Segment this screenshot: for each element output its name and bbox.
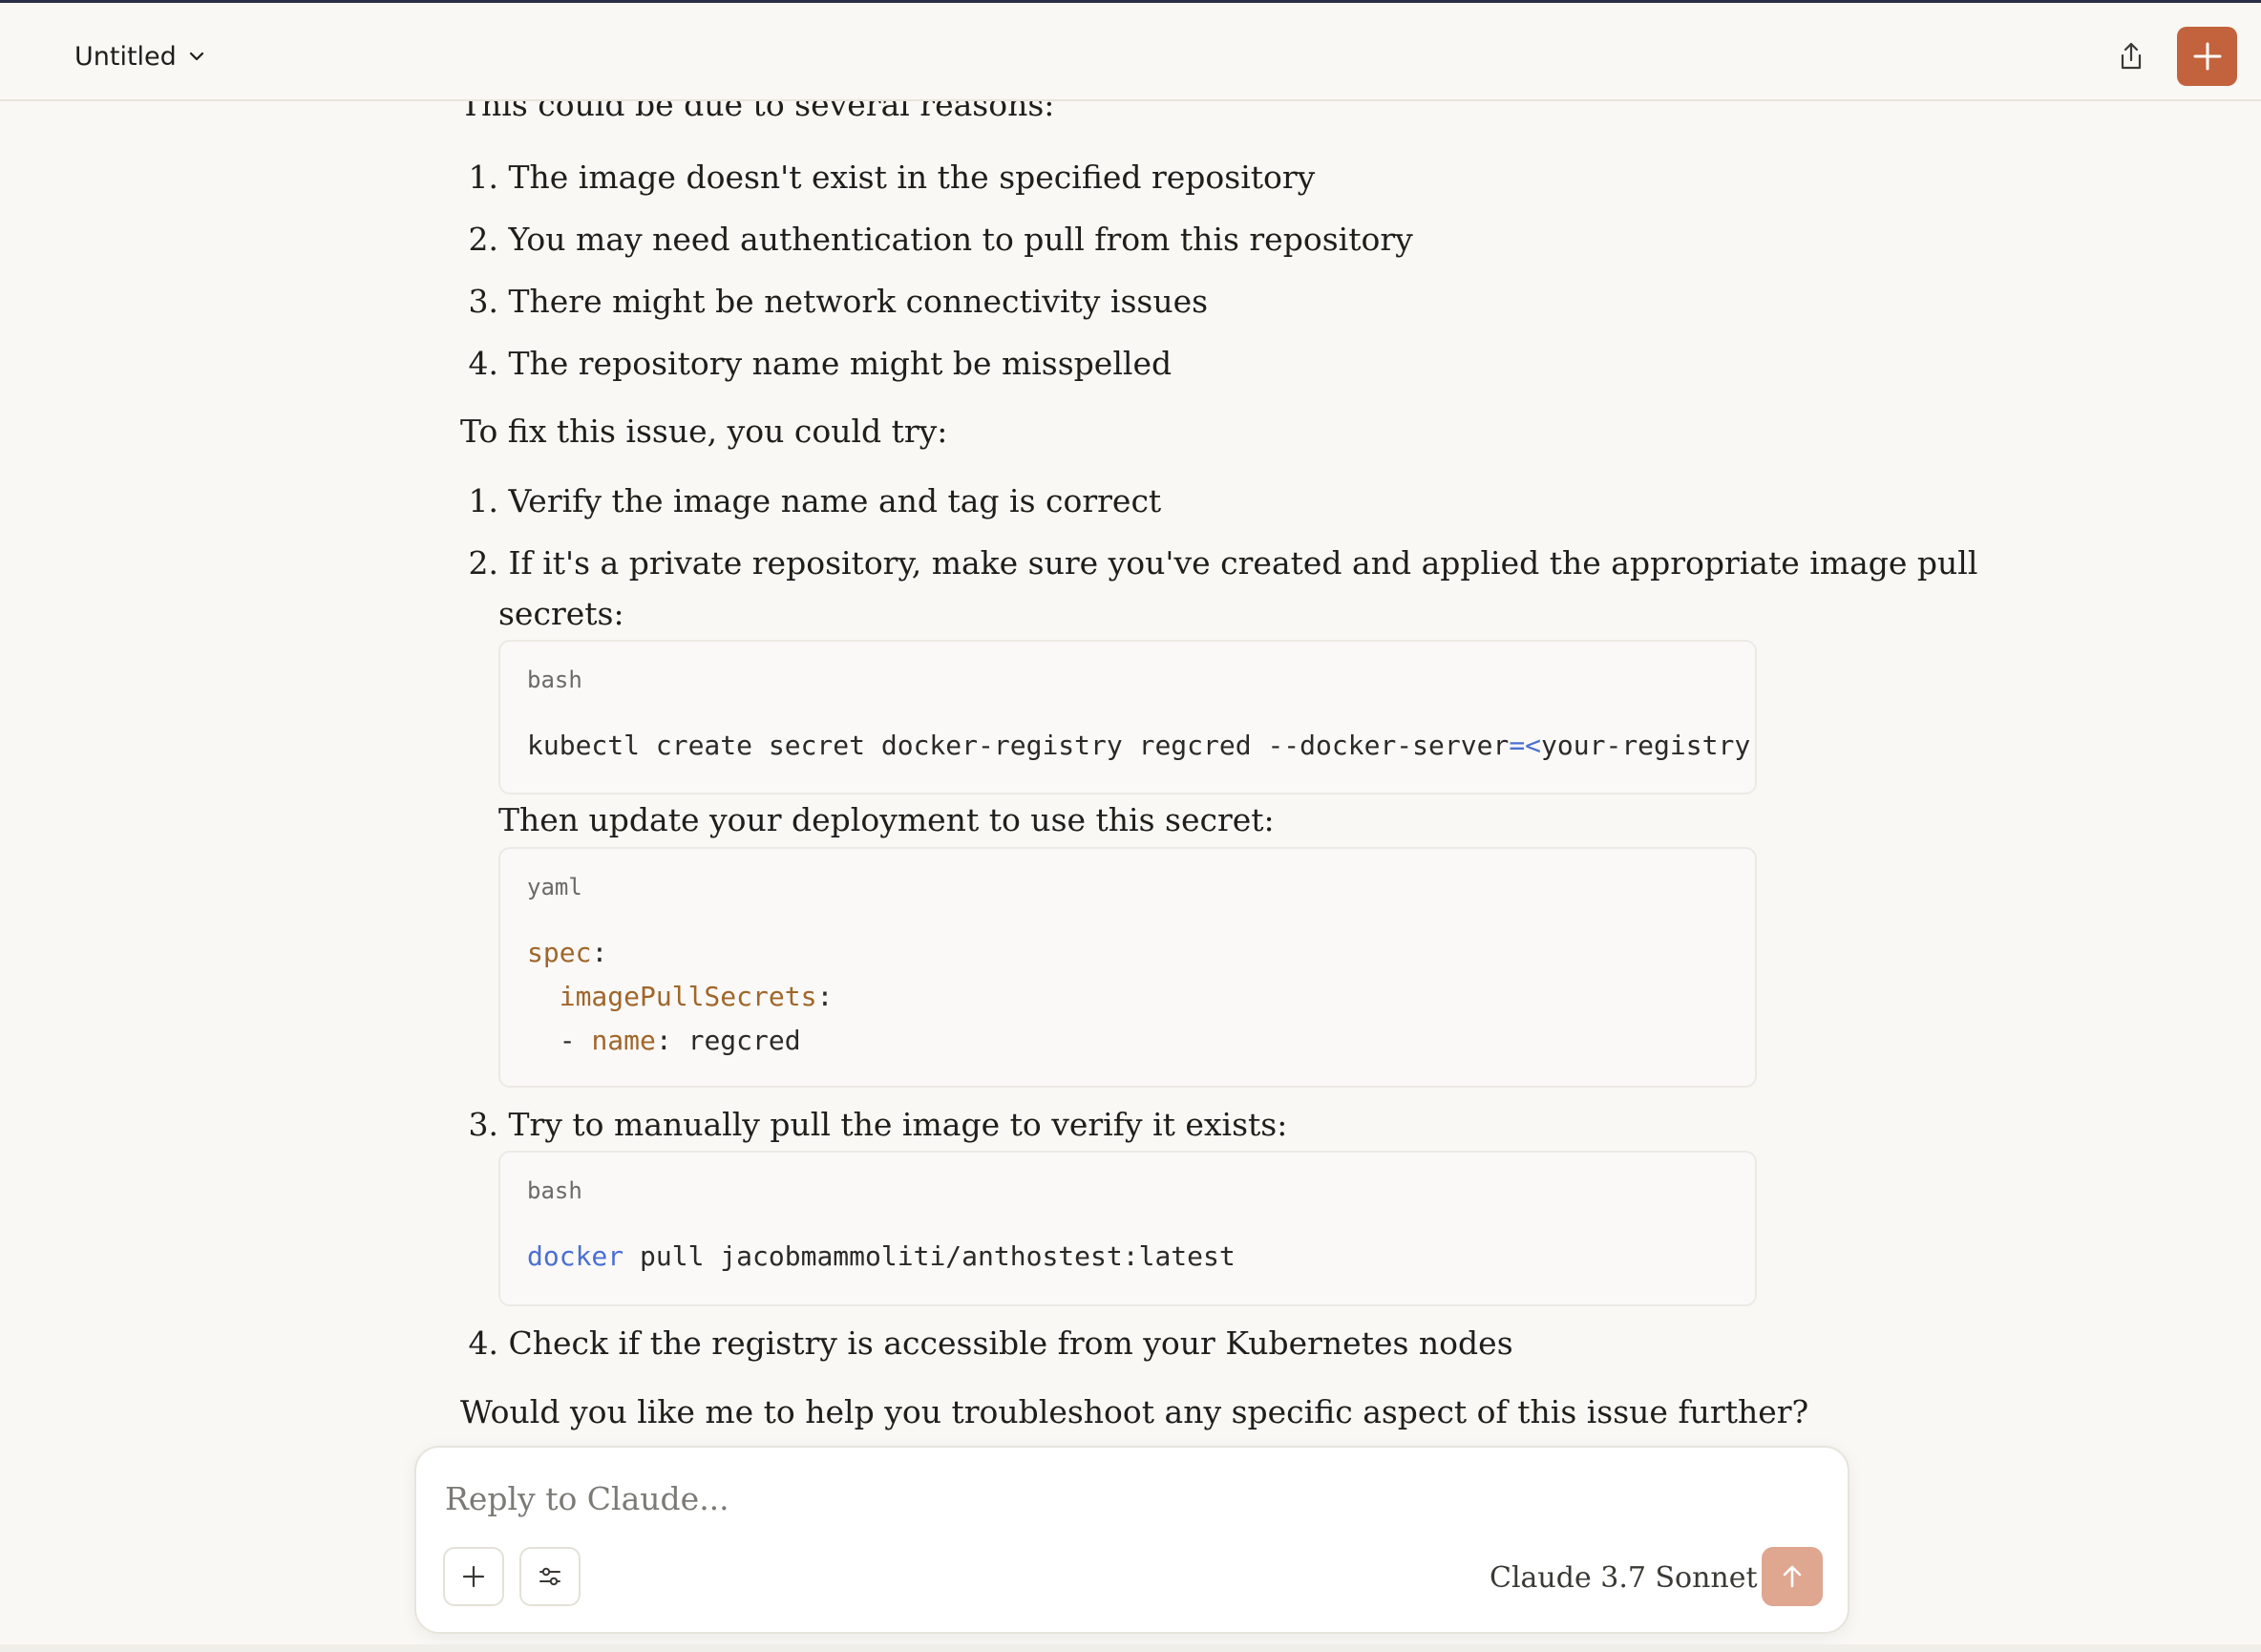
then-update-text: Then update your deployment to use this … (498, 801, 1275, 838)
code-block-yaml[interactable]: yaml spec: imagePullSecrets: - name: reg… (498, 847, 1757, 1088)
list-item-continuation: secrets: (498, 595, 624, 632)
reply-input[interactable]: Reply to Claude... (445, 1480, 729, 1517)
plus-icon (462, 1565, 485, 1588)
closing-question: Would you like me to help you troublesho… (460, 1393, 1809, 1430)
code-line: kubectl create secret docker-registry re… (527, 730, 1755, 761)
new-chat-button[interactable] (2177, 27, 2237, 86)
code-language-label: bash (527, 1177, 582, 1204)
fix-intro: To fix this issue, you could try: (460, 413, 948, 450)
tools-button[interactable] (519, 1547, 581, 1606)
reply-composer: Reply to Claude... Claude 3.7 Sonnet (414, 1446, 1849, 1634)
code-line: spec: (527, 937, 608, 968)
conversation-title-button[interactable]: Untitled (63, 32, 219, 81)
model-selector[interactable]: Claude 3.7 Sonnet (1490, 1558, 1783, 1597)
window-bottom-edge (0, 1644, 2261, 1652)
list-item: 1. Verify the image name and tag is corr… (468, 482, 1162, 519)
send-button[interactable] (1762, 1547, 1823, 1606)
model-name: Claude 3.7 Sonnet (1490, 1560, 1758, 1595)
conversation-title: Untitled (74, 41, 177, 72)
list-item: 2. You may need authentication to pull f… (468, 221, 1413, 258)
share-button[interactable] (2106, 32, 2156, 81)
list-item: 3. There might be network connectivity i… (468, 283, 1209, 320)
code-language-label: bash (527, 667, 582, 693)
code-line: imagePullSecrets: (559, 981, 834, 1012)
code-line: docker pull jacobmammoliti/anthostest:la… (527, 1240, 1236, 1272)
sliders-icon (539, 1567, 560, 1586)
app-header: Untitled (0, 3, 2261, 101)
reasons-intro: This could be due to several reasons: (460, 101, 1055, 123)
list-item: 1. The image doesn't exist in the specif… (468, 159, 1316, 196)
attach-button[interactable] (443, 1547, 504, 1606)
code-language-label: yaml (527, 874, 582, 900)
list-item: 2. If it's a private repository, make su… (468, 544, 1978, 582)
list-item: 3. Try to manually pull the image to ver… (468, 1106, 1288, 1143)
arrow-up-icon (1783, 1565, 1802, 1588)
list-item: 4. The repository name might be misspell… (468, 345, 1173, 382)
plus-icon (2193, 42, 2221, 71)
chevron-down-icon (189, 52, 203, 61)
code-line: - name: regcred (559, 1025, 801, 1056)
code-block-bash[interactable]: bash kubectl create secret docker-regist… (498, 640, 1757, 794)
list-item: 4. Check if the registry is accessible f… (468, 1324, 1513, 1362)
share-icon (2121, 42, 2142, 70)
code-block-bash[interactable]: bash docker pull jacobmammoliti/anthoste… (498, 1151, 1757, 1306)
conversation-content: This could be due to several reasons: 1.… (0, 101, 2261, 1438)
